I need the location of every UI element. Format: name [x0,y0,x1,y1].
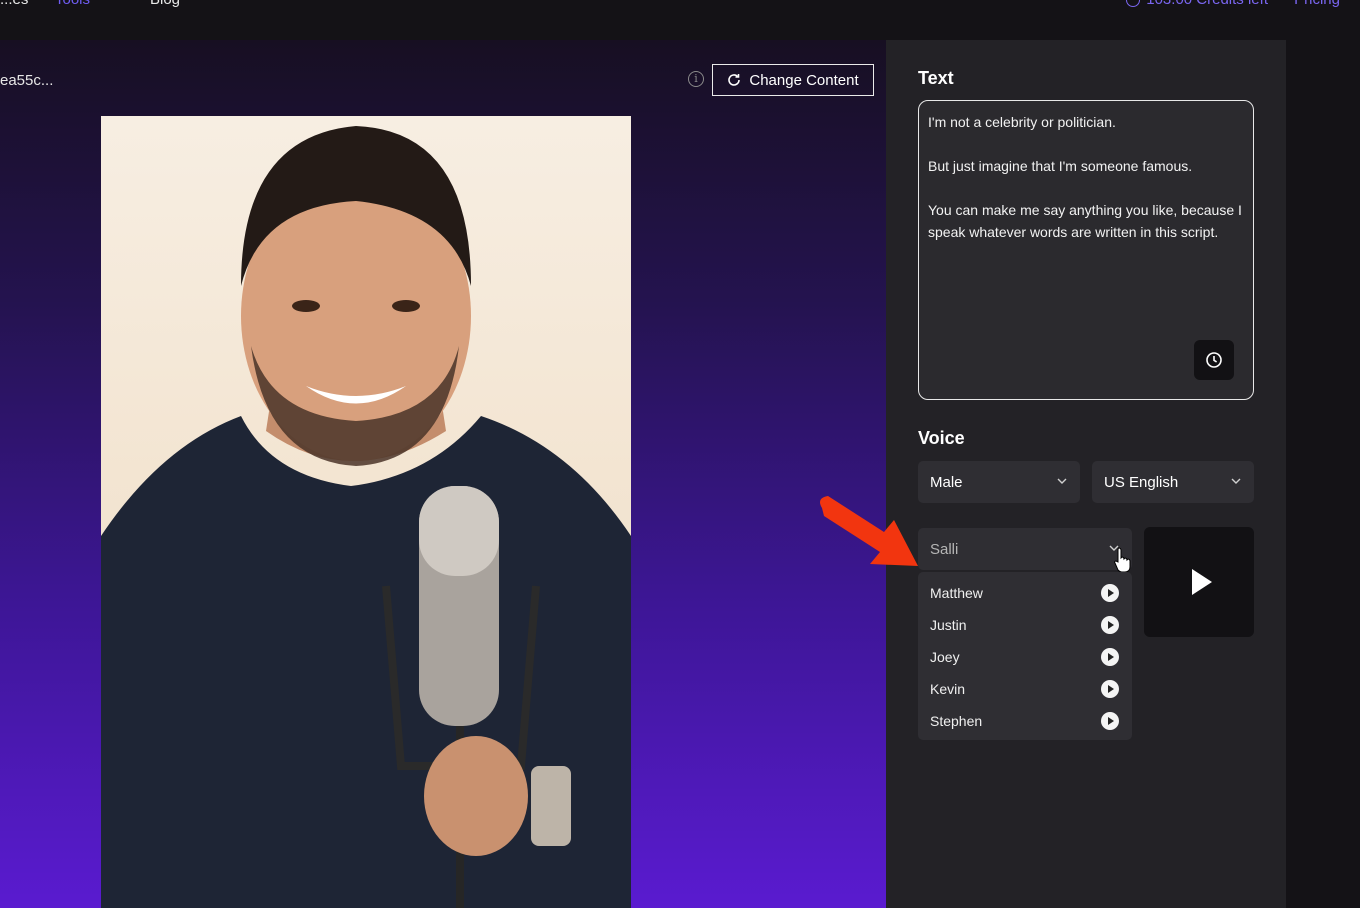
play-preview-icon[interactable] [1101,712,1119,730]
file-name: ea55c... [0,72,54,89]
voice-option-label: Kevin [930,681,966,697]
play-voice-button[interactable] [1144,527,1254,637]
voice-option[interactable]: Joey [918,641,1132,673]
voice-select-value: Salli [930,540,959,558]
language-select[interactable]: US English [1092,461,1254,503]
voice-option[interactable]: Justin [918,609,1132,641]
change-content-label: Change Content [749,71,859,89]
text-section-title: Text [918,68,954,88]
clock-icon [1206,352,1222,368]
script-textarea[interactable]: I'm not a celebrity or politician. But j… [918,100,1254,400]
voice-option[interactable]: Matthew [918,577,1132,609]
voice-option[interactable]: Kevin [918,673,1132,705]
script-line: But just imagine that I'm someone famous… [928,158,1193,174]
voice-option-label: Joey [930,649,960,665]
play-preview-icon[interactable] [1101,584,1119,602]
voice-option[interactable]: Stephen [918,705,1132,737]
play-preview-icon[interactable] [1101,648,1119,666]
nav-item-pricing[interactable]: Pricing [1294,0,1340,8]
top-nav: ...es Tools Blog 103.00 Credits left Pri… [0,0,1360,40]
voice-section-title: Voice [918,428,965,448]
credits-label: 103.00 Credits left [1146,0,1268,8]
page-margin [1286,40,1360,908]
settings-panel: Text I'm not a celebrity or politician. … [886,40,1286,908]
gender-select-value: Male [930,473,963,491]
script-line: You can make me say anything you like, b… [928,202,1242,240]
nav-item-partial[interactable]: ...es [0,0,28,8]
nav-item-blog[interactable]: Blog [150,0,180,8]
gender-select[interactable]: Male [918,461,1080,503]
voice-select[interactable]: Salli [918,528,1132,570]
voice-option-label: Stephen [930,713,983,729]
presenter-image [101,126,631,908]
avatar-photo [101,116,631,908]
chevron-down-icon [1057,478,1067,484]
annotation-arrow-icon [820,496,918,566]
chevron-down-icon [1231,478,1241,484]
nav-item-tools[interactable]: Tools [55,0,90,8]
language-select-value: US English [1104,473,1179,491]
credits-indicator: 103.00 Credits left [1126,0,1268,8]
credits-icon [1126,0,1141,7]
voice-option-label: Justin [930,617,967,633]
voice-option-label: Matthew [930,585,983,601]
voice-dropdown-menu: Matthew Justin Joey Kevin Stephen [918,572,1132,740]
play-preview-icon[interactable] [1101,680,1119,698]
history-button[interactable] [1194,340,1234,380]
change-content-button[interactable]: Change Content [712,64,874,96]
refresh-icon [728,74,741,86]
play-preview-icon[interactable] [1101,616,1119,634]
video-stage: ea55c... i Change Content [0,40,886,908]
hand-cursor-icon [1114,547,1131,572]
info-icon[interactable]: i [688,71,704,87]
script-line: I'm not a celebrity or politician. [928,114,1116,130]
